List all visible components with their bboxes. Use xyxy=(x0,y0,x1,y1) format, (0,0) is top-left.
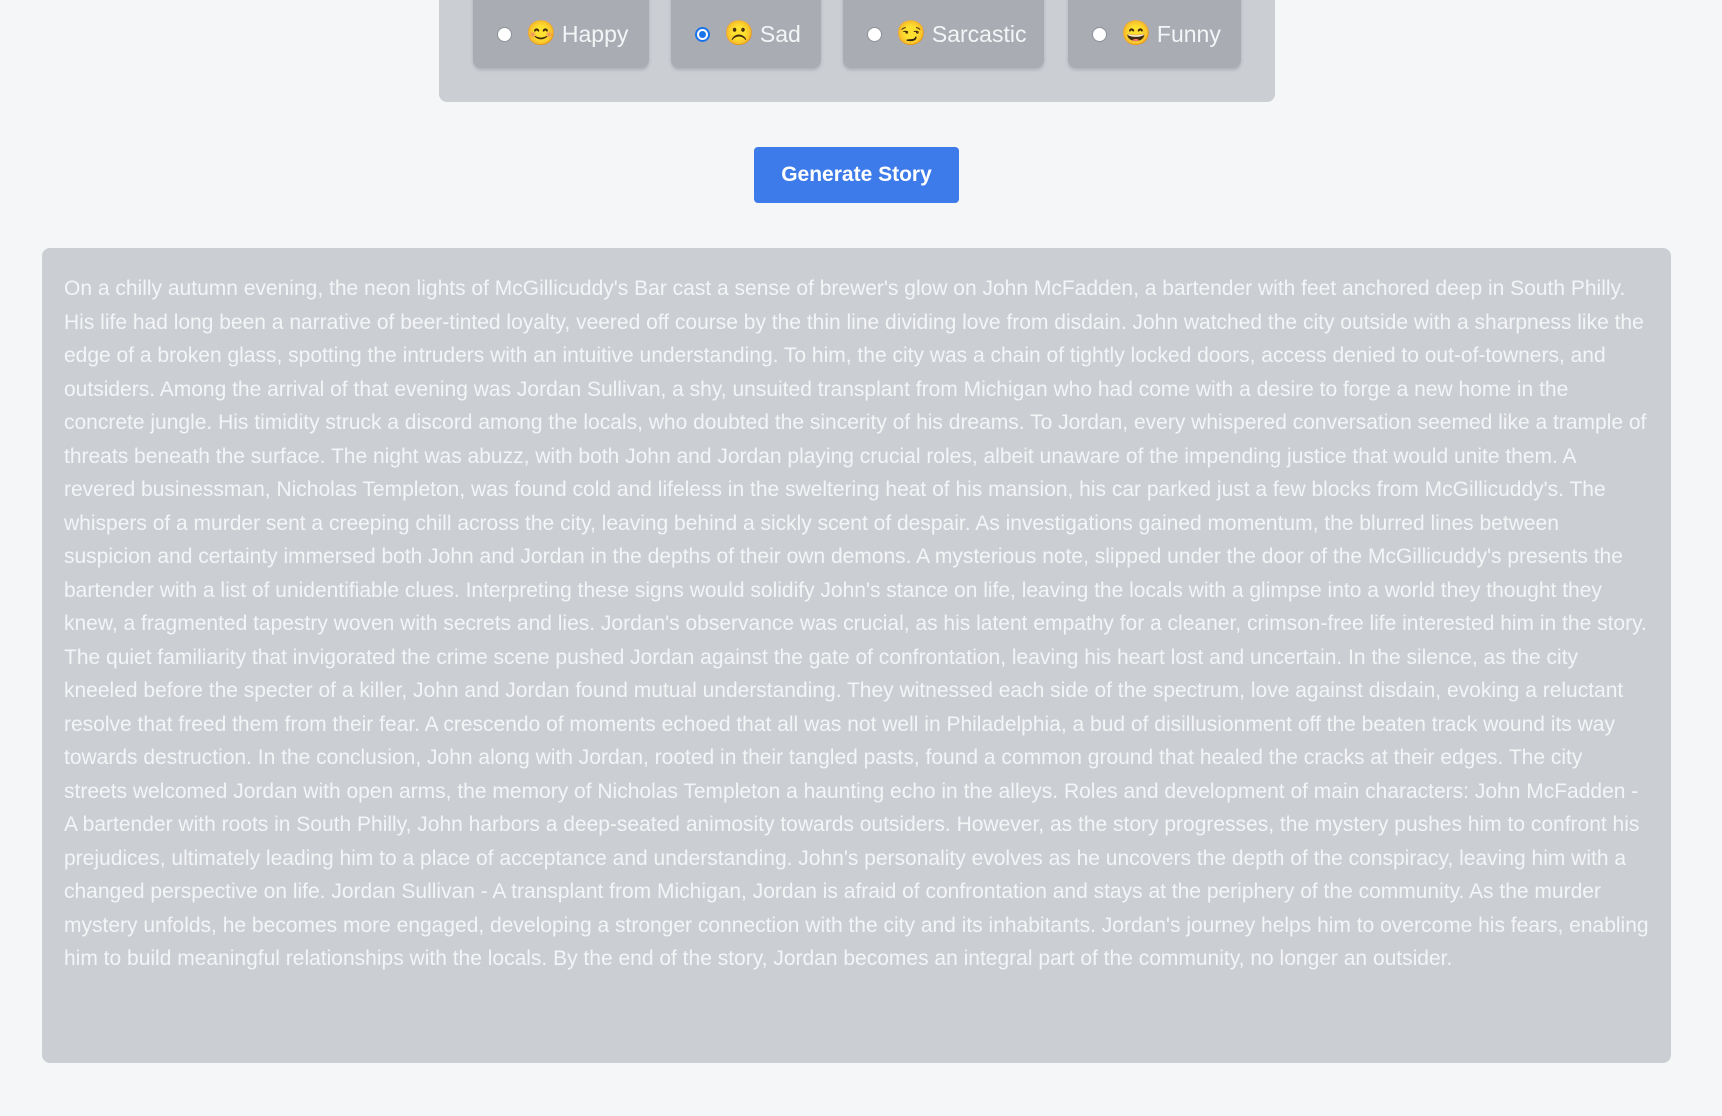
story-output-panel: On a chilly autumn evening, the neon lig… xyxy=(42,248,1671,1063)
mood-option-funny[interactable]: 😄 Funny xyxy=(1068,0,1241,68)
story-text: On a chilly autumn evening, the neon lig… xyxy=(64,277,1649,970)
generate-story-button[interactable]: Generate Story xyxy=(754,147,959,203)
mood-option-happy[interactable]: 😊 Happy xyxy=(473,0,649,68)
mood-label-sarcastic: Sarcastic xyxy=(931,20,1027,47)
smiling-face-icon: 😊 xyxy=(526,20,556,47)
mood-label-happy: Happy xyxy=(561,20,629,47)
frowning-face-icon: ☹️ xyxy=(724,20,754,47)
mood-label-funny: Funny xyxy=(1156,20,1221,47)
grinning-face-icon: 😄 xyxy=(1121,20,1151,47)
mood-label-sad: Sad xyxy=(759,20,801,47)
mood-option-sad[interactable]: ☹️ Sad xyxy=(671,0,821,68)
mood-option-sarcastic[interactable]: 😏 Sarcastic xyxy=(843,0,1044,68)
mood-selector-panel: 😊 Happy ☹️ Sad 😏 Sarcastic 😄 Funny xyxy=(439,0,1275,102)
mood-radio-sarcastic[interactable] xyxy=(867,26,882,42)
mood-radio-sad[interactable] xyxy=(695,26,710,42)
mood-radio-funny[interactable] xyxy=(1092,26,1107,42)
smirking-face-icon: 😏 xyxy=(896,20,926,47)
mood-radio-happy[interactable] xyxy=(497,26,512,42)
